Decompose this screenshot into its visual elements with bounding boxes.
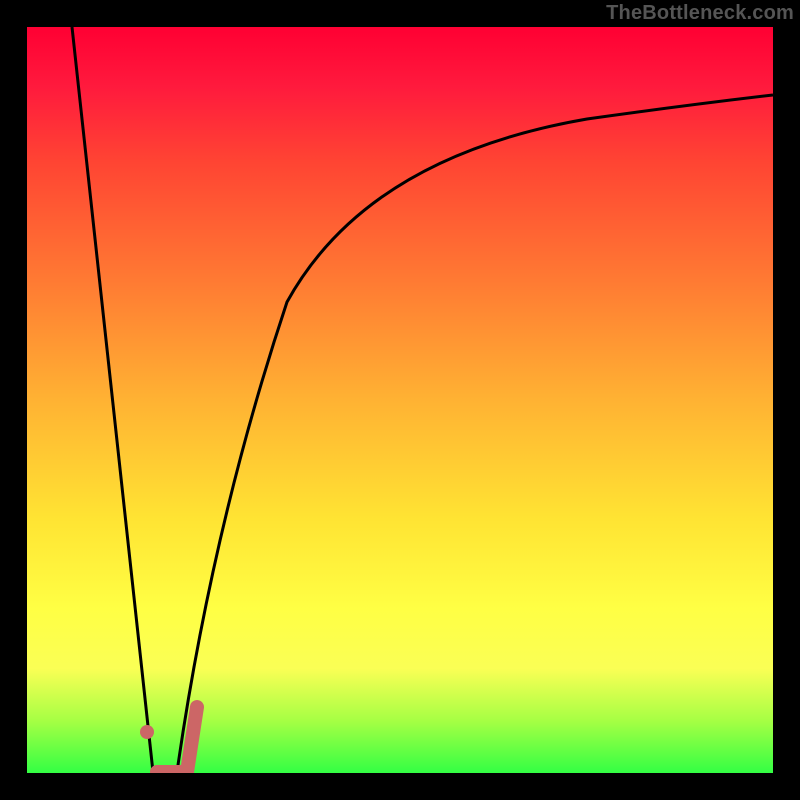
plot-svg <box>27 27 773 773</box>
watermark-text: TheBottleneck.com <box>606 2 794 25</box>
plot-area <box>27 27 773 773</box>
chart-frame: TheBottleneck.com <box>0 0 800 800</box>
tick-dot <box>140 725 154 739</box>
curve-right-rise <box>177 95 773 772</box>
curve-left-descent <box>72 27 153 772</box>
